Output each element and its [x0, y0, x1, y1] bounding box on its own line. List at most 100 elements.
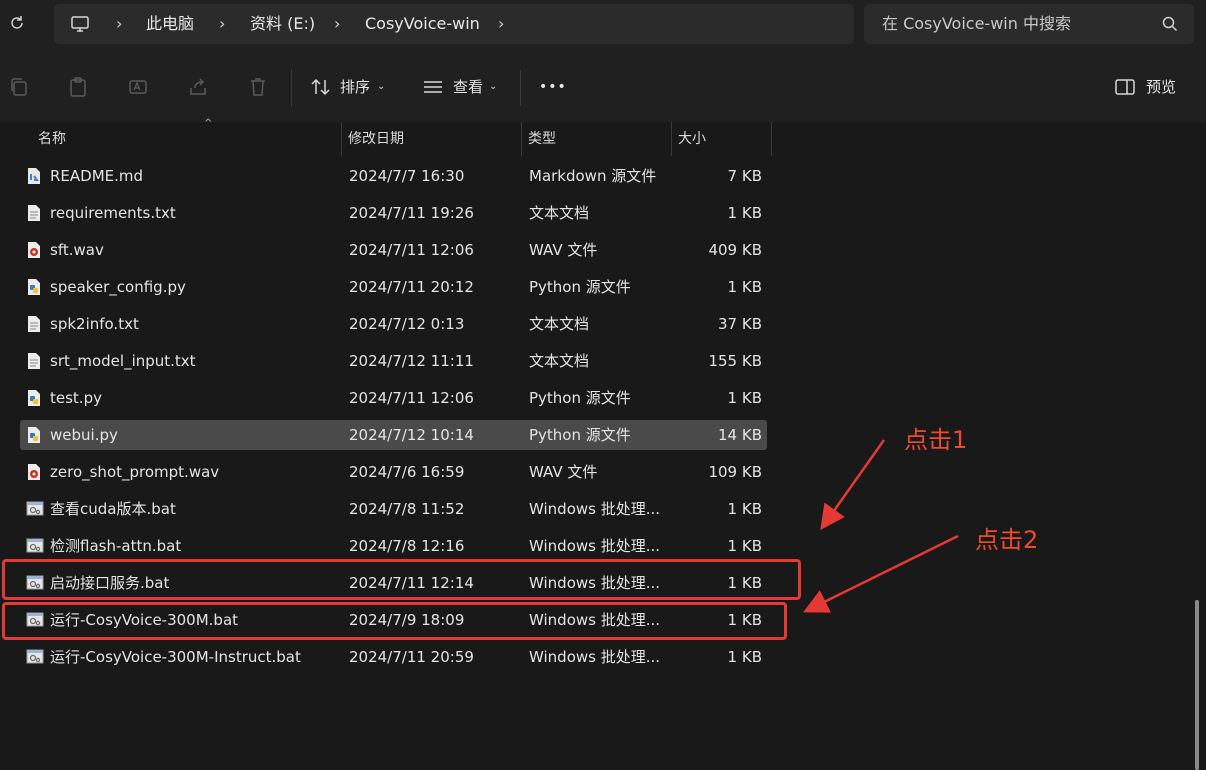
column-divider[interactable] [671, 122, 672, 156]
more-options-button[interactable]: ••• [539, 72, 569, 102]
column-divider[interactable] [521, 122, 522, 156]
search-box[interactable]: 在 CosyVoice-win 中搜索 [864, 4, 1194, 44]
file-modified-date: 2024/7/8 12:16 [349, 537, 465, 555]
file-type: Windows 批处理... [529, 648, 661, 666]
file-size: 1 KB [727, 500, 762, 518]
file-row[interactable]: speaker_config.py 2024/7/11 20:12 Python 源… [20, 272, 767, 302]
file-row[interactable]: requirements.txt 2024/7/11 19:26 文本文档 1 KB [20, 198, 767, 228]
file-type: Python 源文件 [529, 389, 631, 407]
search-input[interactable]: 在 CosyVoice-win 中搜索 [882, 4, 1071, 44]
refresh-icon[interactable] [8, 14, 28, 34]
batch-file-icon [26, 648, 44, 666]
sort-ascending-icon: ^ [204, 118, 213, 129]
file-size: 155 KB [708, 352, 762, 370]
breadcrumb-drive-e[interactable]: 资料 (E:) [250, 4, 315, 44]
file-row[interactable]: sft.wav 2024/7/11 12:06 WAV 文件 409 KB [20, 235, 767, 265]
file-row[interactable]: README.md 2024/7/7 16:30 Markdown 源文件 7 KB [20, 161, 767, 191]
file-name: srt_model_input.txt [50, 352, 196, 370]
toolbar-divider [291, 70, 292, 106]
file-type: 文本文档 [529, 352, 590, 370]
highlight-box-start-api [2, 559, 801, 600]
file-modified-date: 2024/7/12 11:11 [349, 352, 474, 370]
file-modified-date: 2024/7/7 16:30 [349, 167, 465, 185]
column-header-size[interactable]: 大小 [678, 122, 706, 156]
sort-button[interactable]: 排序 ⌄ [310, 72, 390, 102]
file-size: 37 KB [718, 315, 762, 333]
more-icon: ••• [539, 79, 567, 95]
python-file-icon [26, 278, 42, 296]
column-divider[interactable] [771, 122, 772, 156]
file-name: sft.wav [50, 241, 104, 259]
file-type: Windows 批处理... [529, 537, 661, 555]
toolbar-divider [520, 70, 521, 106]
rename-icon[interactable] [127, 76, 149, 98]
paste-icon[interactable] [67, 76, 89, 98]
file-name: README.md [50, 167, 144, 185]
file-modified-date: 2024/7/11 19:26 [349, 204, 474, 222]
file-modified-date: 2024/7/6 16:59 [349, 463, 465, 481]
file-row[interactable]: spk2info.txt 2024/7/12 0:13 文本文档 37 KB [20, 309, 767, 339]
file-size: 7 KB [727, 167, 762, 185]
file-name: zero_shot_prompt.wav [50, 463, 220, 481]
file-row[interactable]: 运行-CosyVoice-300M-Instruct.bat 2024/7/11 … [20, 642, 767, 672]
column-divider[interactable] [341, 122, 342, 156]
file-row[interactable]: zero_shot_prompt.wav 2024/7/6 16:59 WAV 文件… [20, 457, 767, 487]
file-type: Markdown 源文件 [529, 167, 657, 185]
column-header-name[interactable]: 名称 [38, 122, 66, 156]
file-size: 109 KB [708, 463, 762, 481]
command-bar: 排序 ⌄ 查看 ⌄ ••• 预览 [0, 52, 1206, 123]
file-size: 1 KB [727, 278, 762, 296]
address-toolbar: › 此电脑 › 资料 (E:) › CosyVoice-win › 在 Cosy… [0, 0, 1206, 52]
file-modified-date: 2024/7/11 20:12 [349, 278, 474, 296]
share-icon[interactable] [187, 76, 209, 98]
file-row[interactable]: 查看cuda版本.bat 2024/7/8 11:52 Windows 批处理...… [20, 494, 767, 524]
address-bar[interactable]: › 此电脑 › 资料 (E:) › CosyVoice-win › [54, 4, 854, 44]
file-row[interactable]: webui.py 2024/7/12 10:14 Python 源文件 14 KB [20, 420, 767, 450]
file-row[interactable]: 检测flash-attn.bat 2024/7/8 12:16 Windows 批处… [20, 531, 767, 561]
delete-icon[interactable] [247, 76, 269, 98]
file-size: 14 KB [718, 426, 762, 444]
preview-label: 预览 [1146, 78, 1177, 96]
breadcrumb-separator[interactable]: › [219, 4, 225, 44]
view-button[interactable]: 查看 ⌄ [422, 72, 502, 102]
breadcrumb-this-pc[interactable]: 此电脑 [146, 4, 194, 44]
sort-icon [310, 76, 332, 98]
file-size: 1 KB [727, 648, 762, 666]
vertical-scrollbar[interactable] [1195, 600, 1199, 770]
file-type: Python 源文件 [529, 278, 631, 296]
file-row[interactable]: test.py 2024/7/11 12:06 Python 源文件 1 KB [20, 383, 767, 413]
file-modified-date: 2024/7/11 20:59 [349, 648, 474, 666]
computer-icon [70, 14, 90, 34]
file-name: requirements.txt [50, 204, 176, 222]
column-header-date[interactable]: 修改日期 [348, 122, 404, 156]
file-size: 1 KB [727, 389, 762, 407]
breadcrumb-cosyvoice-win[interactable]: CosyVoice-win [365, 4, 480, 44]
breadcrumb-separator[interactable]: › [498, 4, 504, 44]
file-size: 1 KB [727, 204, 762, 222]
text-file-icon [26, 315, 42, 333]
view-label: 查看 [453, 78, 484, 96]
view-list-icon [422, 76, 444, 98]
file-type: 文本文档 [529, 204, 590, 222]
file-modified-date: 2024/7/12 10:14 [349, 426, 474, 444]
file-name: 检测flash-attn.bat [50, 537, 182, 555]
file-type: WAV 文件 [529, 463, 598, 481]
annotation-label-1: 点击1 [904, 426, 968, 454]
audio-file-icon [26, 463, 42, 481]
file-type: WAV 文件 [529, 241, 598, 259]
preview-pane-icon [1114, 76, 1136, 98]
file-type: Windows 批处理... [529, 500, 661, 518]
python-file-icon [26, 426, 42, 444]
breadcrumb-separator[interactable]: › [334, 4, 340, 44]
breadcrumb-separator: › [116, 14, 123, 33]
preview-button[interactable]: 预览 [1114, 72, 1194, 102]
search-icon[interactable] [1162, 16, 1178, 32]
copy-icon[interactable] [8, 76, 30, 98]
markdown-file-icon [26, 167, 42, 185]
file-name: 查看cuda版本.bat [50, 500, 176, 518]
column-header-type[interactable]: 类型 [528, 122, 556, 156]
file-row[interactable]: srt_model_input.txt 2024/7/12 11:11 文本文档 15… [20, 346, 767, 376]
column-header: 名称 ^ 修改日期 类型 大小 [24, 118, 774, 156]
text-file-icon [26, 204, 42, 222]
file-size: 1 KB [727, 537, 762, 555]
